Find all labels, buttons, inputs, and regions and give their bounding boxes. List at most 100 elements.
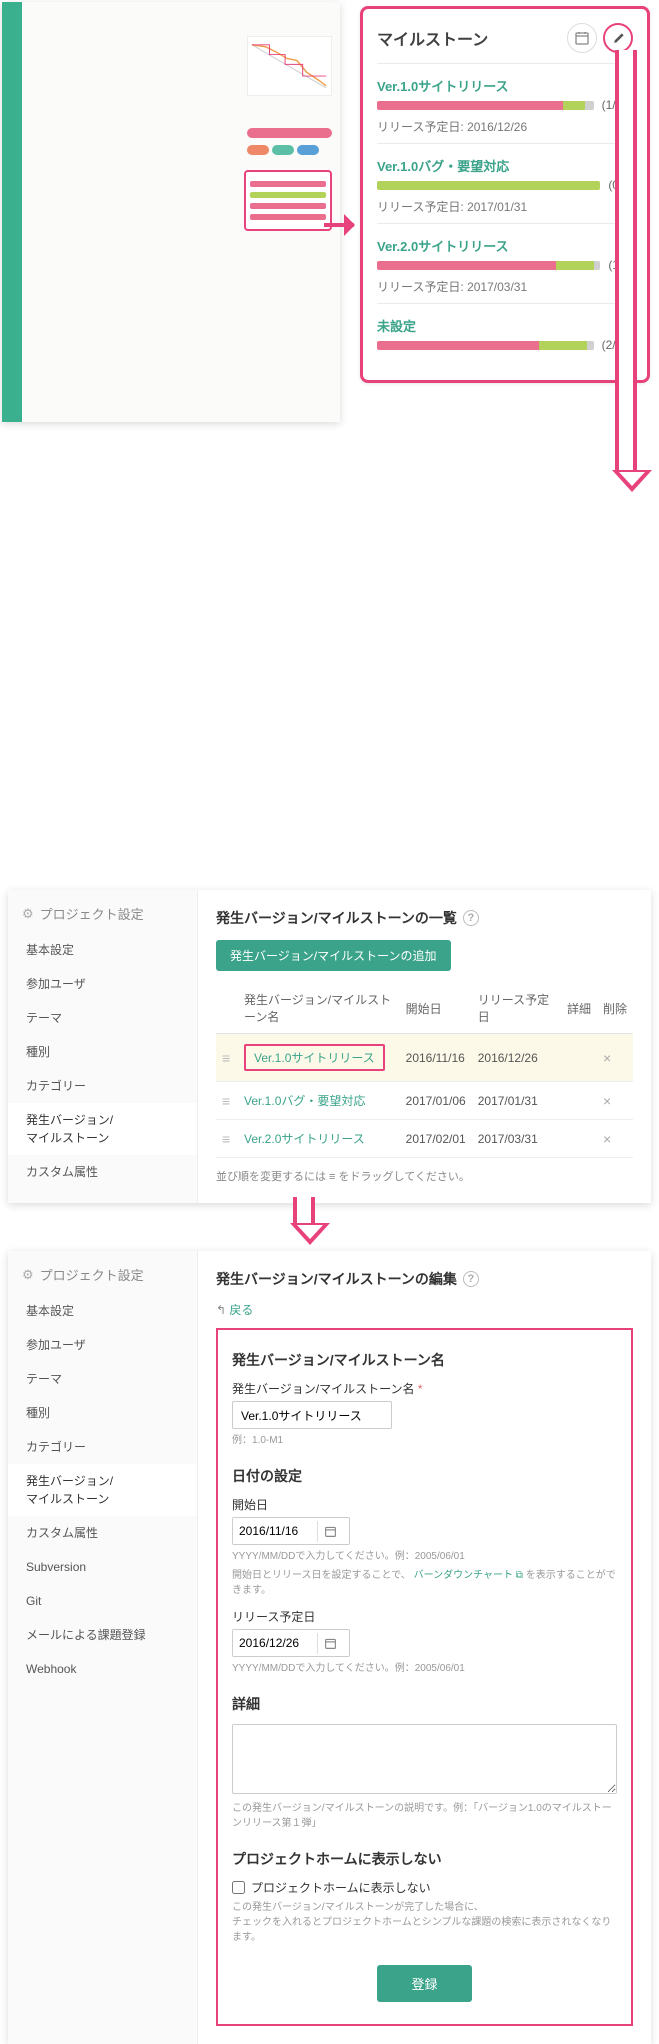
hide-hint: この発生バージョン/マイルストーンが完了した場合に、 チェックを入れるとプロジェ… bbox=[232, 1900, 617, 1945]
release-date-label: リリース予定日 bbox=[232, 1608, 617, 1625]
milestone-item[interactable]: Ver.1.0サイトリリース (1/25) リリース予定日: 2016/12/2… bbox=[377, 63, 633, 143]
sidebar-item[interactable]: 発生バージョン/ マイルストーン bbox=[8, 1103, 197, 1155]
row-start: 2017/01/06 bbox=[400, 1082, 472, 1120]
sidebar-item[interactable]: カテゴリー bbox=[8, 1069, 197, 1103]
sidebar-item[interactable]: メールによる課題登録 bbox=[8, 1618, 197, 1652]
name-hint: 例：1.0-M1 bbox=[232, 1433, 617, 1448]
name-label: 発生バージョン/マイルストーン名 * bbox=[232, 1380, 617, 1397]
burndown-thumb bbox=[247, 36, 332, 96]
col-name: 発生バージョン/マイルストーン名 bbox=[238, 983, 400, 1034]
edit-form: 発生バージョン/マイルストーン名 発生バージョン/マイルストーン名 * 例：1.… bbox=[216, 1328, 633, 2026]
milestone-edit-panel: ⚙ プロジェクト設定 基本設定参加ユーザテーマ種別カテゴリー発生バージョン/ マ… bbox=[8, 1251, 651, 2044]
progress-bar bbox=[377, 101, 594, 110]
drag-handle-icon[interactable]: ≡ bbox=[222, 1093, 230, 1109]
progress-bar bbox=[377, 261, 600, 270]
sidebar-item[interactable]: 基本設定 bbox=[8, 933, 197, 967]
start-date-input[interactable] bbox=[232, 1517, 350, 1545]
start-date-label: 開始日 bbox=[232, 1496, 617, 1513]
dashboard-thumbnail bbox=[2, 2, 340, 422]
row-name-link[interactable]: Ver.2.0サイトリリース bbox=[244, 1132, 365, 1146]
row-start: 2016/11/16 bbox=[400, 1034, 472, 1082]
sidebar-item[interactable]: 参加ユーザ bbox=[8, 1328, 197, 1362]
milestone-card: マイルストーン Ver.1.0サイトリリース (1/25) リリース予定日: 2… bbox=[360, 6, 650, 383]
row-release: 2016/12/26 bbox=[472, 1034, 561, 1082]
list-title: 発生バージョン/マイルストーンの一覧 ? bbox=[216, 908, 633, 928]
milestone-name: 未設定 bbox=[377, 316, 416, 335]
hide-checkbox[interactable] bbox=[232, 1881, 245, 1894]
sidebar-item[interactable]: Webhook bbox=[8, 1652, 197, 1686]
sidebar-item[interactable]: 種別 bbox=[8, 1396, 197, 1430]
sidebar-item[interactable]: カテゴリー bbox=[8, 1430, 197, 1464]
hide-checkbox-row[interactable]: プロジェクトホームに表示しない bbox=[232, 1879, 617, 1896]
drag-handle-icon[interactable]: ≡ bbox=[222, 1050, 230, 1066]
release-date-input[interactable] bbox=[232, 1629, 350, 1657]
sidebar-item[interactable]: 基本設定 bbox=[8, 1294, 197, 1328]
milestone-due: リリース予定日: 2016/12/26 bbox=[377, 118, 633, 135]
row-name-link[interactable]: Ver.1.0バグ・要望対応 bbox=[244, 1094, 365, 1108]
col-detail: 詳細 bbox=[561, 983, 597, 1034]
gear-icon: ⚙ bbox=[22, 906, 34, 922]
milestone-thumb-highlight bbox=[244, 170, 332, 231]
burndown-link[interactable]: バーンダウンチャート ⧉ bbox=[414, 1570, 523, 1581]
detail-textarea[interactable] bbox=[232, 1724, 617, 1794]
gear-icon: ⚙ bbox=[22, 1267, 34, 1283]
drag-handle-icon[interactable]: ≡ bbox=[222, 1131, 230, 1147]
add-milestone-button[interactable]: 発生バージョン/マイルストーンの追加 bbox=[216, 940, 451, 971]
milestone-card-title: マイルストーン bbox=[377, 26, 488, 50]
arrow-down-icon bbox=[290, 1197, 318, 1245]
sidebar-item[interactable]: カスタム属性 bbox=[8, 1516, 197, 1550]
help-icon[interactable]: ? bbox=[463, 910, 479, 926]
section-date-title: 日付の設定 bbox=[232, 1466, 617, 1486]
section-hide-title: プロジェクトホームに表示しない bbox=[232, 1849, 617, 1869]
calendar-icon[interactable] bbox=[317, 1633, 343, 1654]
delete-icon[interactable]: × bbox=[603, 1131, 611, 1147]
sidebar-item[interactable]: 参加ユーザ bbox=[8, 967, 197, 1001]
table-row: ≡ Ver.2.0サイトリリース 2017/02/01 2017/03/31 × bbox=[216, 1120, 633, 1158]
milestone-name: Ver.2.0サイトリリース bbox=[377, 236, 509, 255]
edit-title: 発生バージョン/マイルストーンの編集 ? bbox=[216, 1269, 633, 1289]
milestone-item[interactable]: 未設定 (2/10) bbox=[377, 303, 633, 362]
settings-sidebar: ⚙ プロジェクト設定 基本設定参加ユーザテーマ種別カテゴリー発生バージョン/ マ… bbox=[8, 890, 198, 1203]
sidebar-item[interactable]: テーマ bbox=[8, 1001, 197, 1035]
submit-button[interactable]: 登録 bbox=[377, 1965, 471, 2002]
milestone-due: リリース予定日: 2017/01/31 bbox=[377, 198, 633, 215]
calendar-icon[interactable] bbox=[317, 1521, 343, 1542]
sidebar-item[interactable]: Git bbox=[8, 1584, 197, 1618]
arrow-down-icon bbox=[612, 50, 640, 492]
name-input[interactable] bbox=[232, 1401, 392, 1429]
sidebar-item[interactable]: 種別 bbox=[8, 1035, 197, 1069]
arrow-right-icon bbox=[324, 220, 354, 230]
help-icon[interactable]: ? bbox=[463, 1271, 479, 1287]
row-name-link[interactable]: Ver.1.0サイトリリース bbox=[244, 1044, 385, 1071]
calendar-icon[interactable] bbox=[567, 23, 597, 53]
table-row: ≡ Ver.1.0バグ・要望対応 2017/01/06 2017/01/31 × bbox=[216, 1082, 633, 1120]
delete-icon[interactable]: × bbox=[603, 1050, 611, 1066]
edit-icon[interactable] bbox=[603, 23, 633, 53]
settings-sidebar-title: ⚙ プロジェクト設定 bbox=[8, 1265, 197, 1294]
section-detail-title: 詳細 bbox=[232, 1694, 617, 1714]
milestone-name: Ver.1.0サイトリリース bbox=[377, 76, 509, 95]
milestone-item[interactable]: Ver.1.0バグ・要望対応 (0/0) リリース予定日: 2017/01/31 bbox=[377, 143, 633, 223]
settings-sidebar-title: ⚙ プロジェクト設定 bbox=[8, 904, 197, 933]
settings-sidebar: ⚙ プロジェクト設定 基本設定参加ユーザテーマ種別カテゴリー発生バージョン/ マ… bbox=[8, 1251, 198, 2044]
sidebar-item[interactable]: テーマ bbox=[8, 1362, 197, 1396]
milestone-item[interactable]: Ver.2.0サイトリリース (1/7) リリース予定日: 2017/03/31 bbox=[377, 223, 633, 303]
row-start: 2017/02/01 bbox=[400, 1120, 472, 1158]
progress-bar bbox=[377, 181, 600, 190]
sidebar-item[interactable]: カスタム属性 bbox=[8, 1155, 197, 1189]
sidebar-item[interactable]: 発生バージョン/ マイルストーン bbox=[8, 1464, 197, 1516]
back-link[interactable]: 戻る bbox=[229, 1303, 253, 1317]
delete-icon[interactable]: × bbox=[603, 1093, 611, 1109]
row-release: 2017/01/31 bbox=[472, 1082, 561, 1120]
sidebar-item[interactable]: Subversion bbox=[8, 1550, 197, 1584]
col-start: 開始日 bbox=[400, 983, 472, 1034]
detail-hint: この発生バージョン/マイルストーンの説明です。例：「バージョン1.0のマイルスト… bbox=[232, 1801, 617, 1831]
col-delete: 削除 bbox=[597, 983, 633, 1034]
row-release: 2017/03/31 bbox=[472, 1120, 561, 1158]
milestone-table: 発生バージョン/マイルストーン名 開始日 リリース予定日 詳細 削除 ≡ Ver… bbox=[216, 983, 633, 1158]
sort-note: 並び順を変更するには ≡ をドラッグしてください。 bbox=[216, 1168, 633, 1184]
milestone-name: Ver.1.0バグ・要望対応 bbox=[377, 156, 509, 175]
milestone-list-panel: ⚙ プロジェクト設定 基本設定参加ユーザテーマ種別カテゴリー発生バージョン/ マ… bbox=[8, 890, 651, 1203]
milestone-due: リリース予定日: 2017/03/31 bbox=[377, 278, 633, 295]
status-chips bbox=[247, 128, 332, 155]
